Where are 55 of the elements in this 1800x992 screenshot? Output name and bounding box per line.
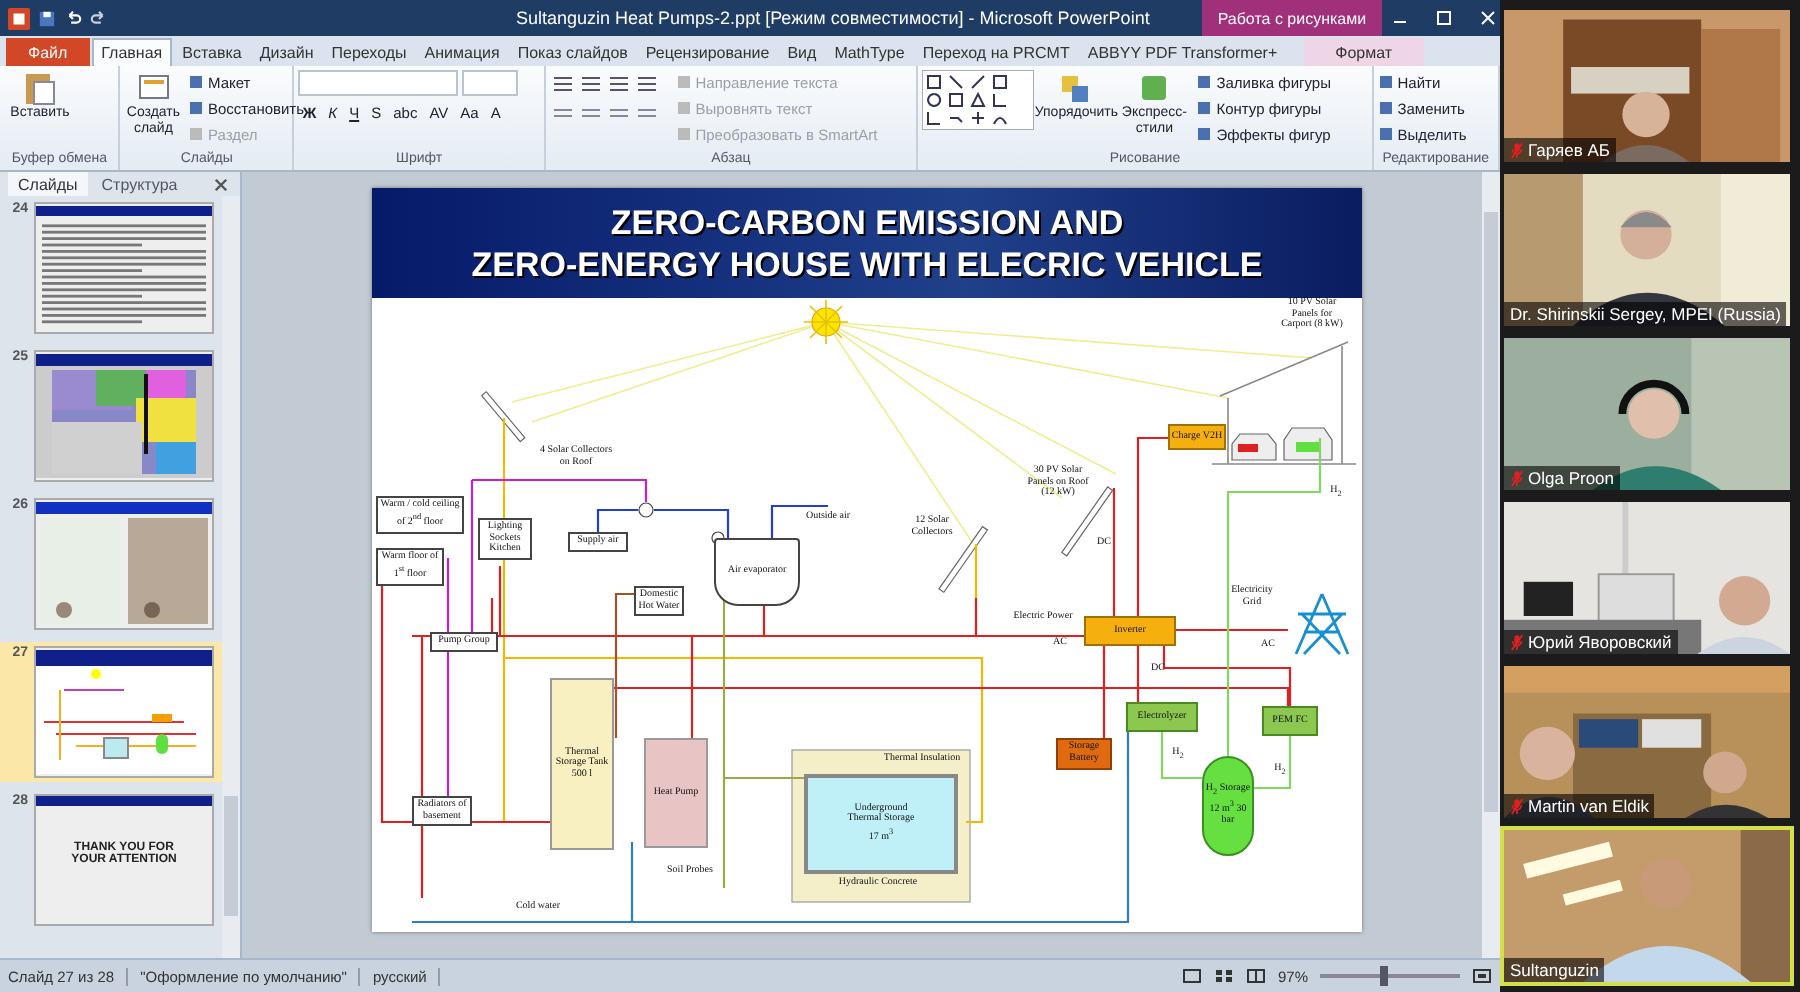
- ribbon-tab[interactable]: Вставка: [174, 38, 250, 66]
- participant-name: Martin van Eldik: [1528, 796, 1649, 816]
- video-tile[interactable]: Гаряев АБ: [1500, 6, 1794, 166]
- pylon-icon: [1294, 592, 1350, 656]
- scrollbar[interactable]: [1482, 172, 1500, 958]
- shape-gallery[interactable]: [922, 70, 1035, 130]
- ribbon-tab[interactable]: Файл: [6, 38, 90, 66]
- reading-view-icon[interactable]: [1245, 968, 1266, 984]
- normal-view-icon[interactable]: [1181, 968, 1202, 984]
- fit-to-window-icon[interactable]: [1472, 968, 1492, 984]
- scrollbar[interactable]: [222, 196, 240, 958]
- close-icon[interactable]: [214, 177, 228, 191]
- powerpoint-icon: [8, 7, 30, 29]
- redo-icon[interactable]: [90, 9, 108, 27]
- slide-title: ZERO-ENERGY HOUSE WITH ELECRIC VEHICLE: [471, 243, 1263, 285]
- ribbon-tab[interactable]: Показ слайдов: [509, 38, 636, 66]
- sun-icon: [803, 299, 849, 345]
- font-name-field[interactable]: [298, 70, 459, 96]
- style-box-icon: [1138, 70, 1171, 106]
- participant-name: Юрий Яворовский: [1528, 632, 1672, 652]
- participant-name: Dr. Shirinskii Sergey, MPEI (Russia): [1510, 304, 1781, 324]
- context-tab-header: Работа с рисунками: [1201, 0, 1383, 36]
- video-tile[interactable]: Sultanguzin: [1500, 826, 1794, 986]
- video-tile[interactable]: Dr. Shirinskii Sergey, MPEI (Russia): [1500, 170, 1794, 330]
- stacked-squares-icon: [1060, 70, 1093, 106]
- pane-tab[interactable]: Слайды: [8, 172, 88, 196]
- font-size-field[interactable]: [462, 70, 519, 96]
- ribbon-tab[interactable]: Рецензирование: [637, 38, 778, 66]
- ribbon-tab[interactable]: Анимация: [416, 38, 508, 66]
- video-tile[interactable]: Martin van Eldik: [1500, 662, 1794, 822]
- participant-name: Гаряев АБ: [1528, 140, 1610, 160]
- video-tile[interactable]: Юрий Яворовский: [1500, 498, 1794, 658]
- save-icon[interactable]: [38, 9, 56, 27]
- ribbon-tab[interactable]: Дизайн: [251, 38, 322, 66]
- undo-icon[interactable]: [64, 9, 82, 27]
- slide-title: ZERO-CARBON EMISSION AND: [610, 201, 1124, 243]
- ribbon-tab[interactable]: Главная: [91, 38, 173, 66]
- ribbon-tab[interactable]: Переход на PRCMT: [914, 38, 1078, 66]
- ribbon-tab[interactable]: ABBYY PDF Transformer+: [1079, 38, 1286, 66]
- ribbon-tab[interactable]: MathType: [826, 38, 913, 66]
- ribbon-tab[interactable]: Вид: [779, 38, 825, 66]
- pane-tab[interactable]: Структура: [91, 172, 188, 196]
- slide-sorter-icon[interactable]: [1213, 968, 1234, 984]
- window-title: Sultanguzin Heat Pumps-2.ppt [Режим совместимости] - Microsoft PowerPoint: [516, 8, 1150, 28]
- participant-name: Sultanguzin: [1510, 960, 1599, 980]
- car-icon: [1283, 427, 1333, 461]
- ribbon-tab[interactable]: Переходы: [323, 38, 415, 66]
- participant-name: Olga Proon: [1528, 468, 1614, 488]
- car-icon: [1231, 433, 1277, 461]
- ribbon-tab[interactable]: Формат: [1303, 38, 1425, 66]
- pump-icon: [638, 502, 654, 518]
- clipboard-icon: [24, 70, 56, 106]
- maximize-icon[interactable]: [1434, 8, 1455, 28]
- video-tile[interactable]: Olga Proon: [1500, 334, 1794, 494]
- zoom-slider-thumb[interactable]: [1379, 966, 1387, 986]
